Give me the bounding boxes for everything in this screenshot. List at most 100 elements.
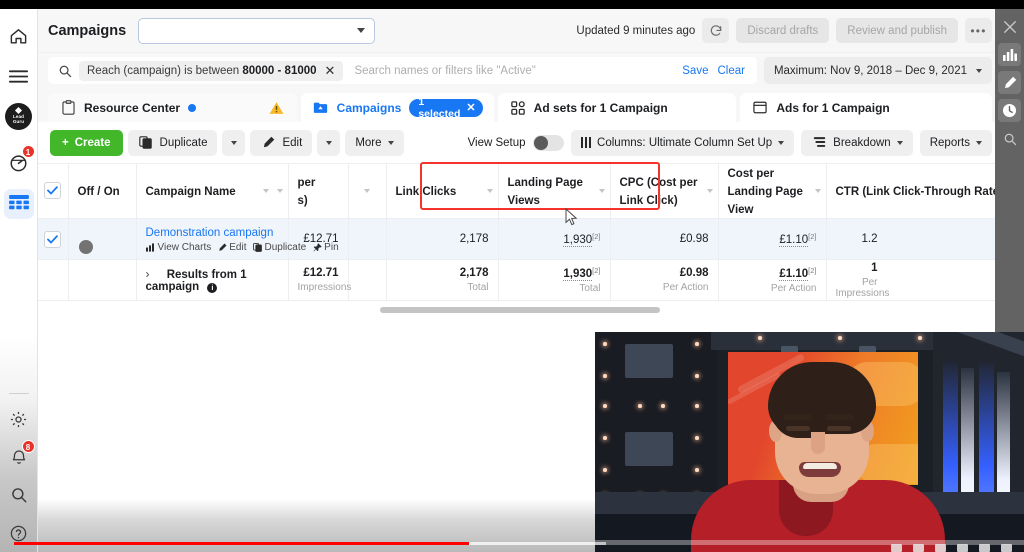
select-all-checkbox[interactable]	[44, 182, 62, 199]
column-sort-icon[interactable]	[706, 189, 713, 193]
date-range-picker[interactable]: Maximum: Nov 9, 2018 – Dec 9, 2021	[763, 57, 992, 84]
view-charts-action[interactable]: View Charts	[145, 242, 211, 253]
duplicate-button-label: Duplicate	[159, 136, 208, 149]
column-sort-icon[interactable]	[814, 189, 821, 193]
menu-icon[interactable]	[4, 61, 34, 91]
save-filter-link[interactable]: Save	[682, 65, 708, 77]
close-icon[interactable]	[998, 15, 1021, 38]
create-button[interactable]: + Create	[50, 129, 123, 156]
total-cplpv-value: £1.10	[779, 268, 809, 282]
fullscreen-icon[interactable]	[1001, 544, 1012, 552]
video-progress-bar[interactable]	[14, 542, 1024, 546]
total-cpc-cell: £0.98 Per Action	[610, 259, 719, 301]
dashboard-speedometer-icon[interactable]: 1	[4, 145, 35, 177]
home-icon[interactable]	[4, 21, 34, 51]
column-sort-icon[interactable]	[364, 189, 370, 193]
active-filter-label: Reach (campaign) is between 80000 - 8100…	[87, 64, 317, 77]
view-setup-control[interactable]: View Setup	[468, 134, 564, 151]
edit-button[interactable]: Edit	[250, 129, 313, 156]
row-toggle-cell[interactable]	[68, 218, 137, 260]
view-setup-toggle[interactable]	[532, 134, 564, 151]
campaign-name-link[interactable]: Demonstration campaign	[146, 226, 279, 240]
selection-badge[interactable]: 1 selected ✕	[409, 96, 483, 120]
header-cpm-truncated-label: per s)	[297, 177, 316, 207]
tab-ad-sets[interactable]: Ad sets for 1 Campaign	[497, 93, 737, 122]
overflow-dots-icon: •••	[970, 23, 987, 38]
close-icon[interactable]: ✕	[466, 101, 475, 114]
chevron-down-icon	[976, 140, 982, 145]
info-icon[interactable]: i	[207, 283, 218, 293]
row-select-cell[interactable]	[38, 218, 69, 260]
reports-button[interactable]: Reports	[919, 129, 992, 156]
more-options-button[interactable]: •••	[965, 18, 992, 43]
table-horizontal-scrollbar[interactable]	[38, 304, 1000, 318]
rail-divider	[8, 393, 29, 394]
search-icon[interactable]	[998, 127, 1021, 150]
presenter-nose	[811, 432, 825, 454]
row-edit-action[interactable]: Edit	[218, 242, 246, 253]
pencil-edit-icon[interactable]	[998, 71, 1021, 94]
active-filter-value: 80000 - 81000	[242, 64, 317, 77]
discard-drafts-button[interactable]: Discard drafts	[736, 18, 830, 43]
theater-mode-icon[interactable]	[979, 544, 990, 552]
more-button-label: More	[355, 136, 382, 149]
page-title: Campaigns	[48, 22, 127, 39]
search-icon[interactable]	[4, 480, 34, 510]
columns-button[interactable]: Columns: Ultimate Column Set Up	[570, 129, 795, 156]
chevron-right-icon[interactable]: ›	[146, 267, 150, 281]
total-cplpv-sublabel: Per Action	[770, 283, 817, 295]
header-select-all[interactable]	[38, 164, 69, 219]
gear-icon[interactable]	[4, 404, 34, 434]
breakdown-button[interactable]: Breakdown	[801, 129, 913, 156]
lead-guru-logo[interactable]: Lead Guru	[4, 101, 34, 131]
refresh-icon[interactable]	[702, 18, 730, 43]
video-player-controls[interactable]	[891, 543, 1012, 552]
ads-window-icon	[752, 100, 768, 116]
account-select[interactable]	[138, 17, 376, 44]
header-link-clicks[interactable]: Link Clicks	[386, 164, 499, 219]
presenter-eye-right	[827, 426, 851, 431]
tab-campaigns[interactable]: Campaigns 1 selected ✕	[300, 93, 494, 122]
settings-gear-icon[interactable]	[935, 544, 946, 552]
column-sort-icon[interactable]	[598, 189, 605, 193]
subtitles-icon[interactable]	[913, 544, 924, 552]
logo-diamond-icon	[14, 106, 23, 115]
column-sort-icon[interactable]	[486, 189, 493, 193]
row-checkbox[interactable]	[44, 230, 62, 248]
header-landing-page-views[interactable]: Landing Page Views	[498, 164, 611, 219]
total-cpc-value: £0.98	[679, 267, 709, 279]
row-duplicate-action[interactable]: Duplicate	[253, 242, 306, 253]
top-black-strip	[0, 0, 1024, 9]
header-cost-per-landing-page-view[interactable]: Cost per Landing Page View	[718, 164, 827, 219]
clear-filter-link[interactable]: Clear	[717, 65, 744, 77]
column-sort-icon[interactable]	[262, 189, 269, 193]
review-and-publish-button[interactable]: Review and publish	[836, 18, 958, 43]
active-filter-chip[interactable]: Reach (campaign) is between 80000 - 8100…	[79, 60, 344, 81]
table-row[interactable]: Demonstration campaign View Charts Edit	[38, 218, 1000, 260]
header-cpc[interactable]: CPC (Cost per Link Click)	[610, 164, 719, 219]
tab-ads[interactable]: Ads for 1 Campaign	[740, 93, 993, 122]
total-row-label: Results from 1 campaign	[145, 269, 247, 293]
more-button[interactable]: More	[345, 129, 404, 156]
column-sort-icon[interactable]	[276, 189, 283, 193]
scrollbar-thumb[interactable]	[380, 307, 660, 313]
search-input-placeholder[interactable]: Search names or filters like "Active"	[354, 65, 535, 77]
tab-resource-center[interactable]: Resource Center	[48, 93, 297, 122]
ads-manager-app: Campaigns Updated 9 minutes ago Discard …	[38, 9, 1000, 334]
row-landing-page-views-cell: 1,930[2]	[498, 218, 611, 260]
autoplay-toggle-icon[interactable]	[891, 544, 902, 552]
duplicate-dropdown-button[interactable]	[222, 129, 246, 156]
tab-bar: Resource Center Campaigns 1 selected ✕ A…	[38, 88, 1000, 122]
bar-chart-icon[interactable]	[998, 43, 1021, 66]
edit-dropdown-button[interactable]	[317, 129, 341, 156]
miniplayer-icon[interactable]	[957, 544, 968, 552]
clock-history-icon[interactable]	[998, 99, 1021, 122]
header-gap-sort[interactable]	[348, 164, 387, 219]
close-icon[interactable]: ✕	[325, 64, 336, 77]
duplicate-button[interactable]: Duplicate	[127, 129, 218, 156]
search-filter-container[interactable]: Reach (campaign) is between 80000 - 8100…	[48, 57, 757, 84]
total-cplpv-footnote: [2]	[808, 265, 817, 275]
bell-icon[interactable]: 8	[4, 440, 35, 472]
table-grid-icon[interactable]	[3, 189, 34, 219]
header-ctr[interactable]: CTR (Link Click-Through Rate)	[826, 164, 1000, 219]
